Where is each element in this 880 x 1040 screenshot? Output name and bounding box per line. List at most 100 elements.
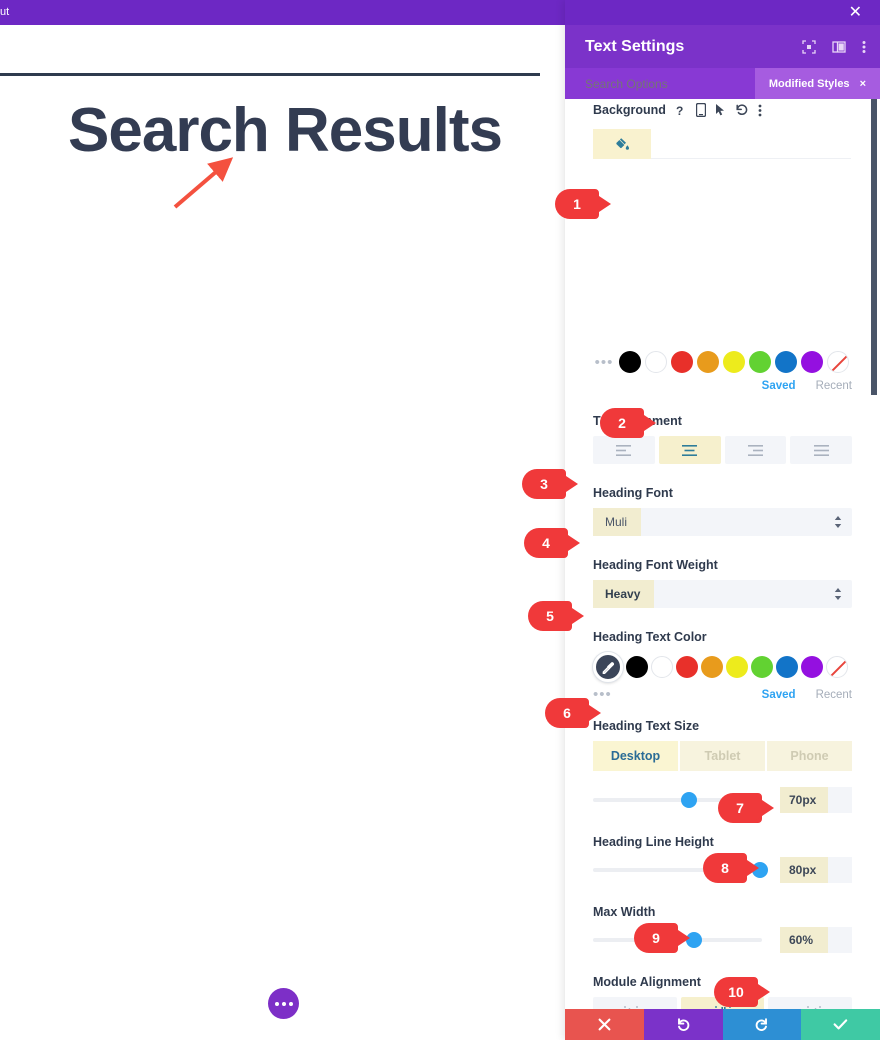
hover-cursor-icon[interactable] [715, 103, 726, 117]
heading-text-color-section: Heading Text Color ••• Saved Recent [565, 630, 880, 703]
step-marker-number: 2 [618, 415, 626, 431]
ellipsis-icon [288, 1001, 293, 1006]
undo-icon [677, 1018, 689, 1031]
step-marker-number: 8 [721, 860, 729, 876]
swatch-none[interactable] [827, 351, 849, 373]
step-marker-9: 9 [634, 923, 690, 953]
align-left-button[interactable] [593, 436, 655, 464]
swatch-green[interactable] [749, 351, 771, 373]
max-width-slider-row: 60% [593, 927, 852, 953]
swatch-orange[interactable] [701, 656, 723, 678]
align-center-button[interactable] [658, 436, 721, 464]
top-strip-text: ut [0, 6, 10, 18]
saved-link[interactable]: Saved [762, 380, 796, 392]
tab-desktop[interactable]: Desktop [593, 741, 678, 771]
step-marker-number: 7 [736, 800, 744, 816]
swatch-blue[interactable] [775, 351, 797, 373]
background-row: Background ? [565, 99, 880, 121]
cancel-button[interactable] [565, 1009, 644, 1040]
top-purple-strip: ut [0, 0, 570, 25]
heading-color-swatch-row [593, 652, 852, 682]
slider-handle[interactable] [681, 792, 698, 808]
redo-icon [756, 1018, 768, 1031]
chevron-updown-icon [834, 588, 842, 600]
step-marker-4: 4 [524, 528, 580, 558]
step-marker-3: 3 [522, 469, 578, 499]
panel-action-bar [565, 1009, 880, 1040]
svg-text:?: ? [676, 104, 683, 117]
swatch-red[interactable] [676, 656, 698, 678]
heading-font-section: Heading Font Muli [565, 486, 880, 536]
recent-link[interactable]: Recent [816, 689, 852, 701]
swatch-blue[interactable] [776, 656, 798, 678]
text-alignment-group [593, 436, 852, 464]
responsive-tabs: Desktop Tablet Phone [593, 741, 852, 771]
modified-styles-badge[interactable]: Modified Styles × [754, 68, 880, 99]
module-align-left-button[interactable] [593, 997, 677, 1009]
swatch-red[interactable] [671, 351, 693, 373]
swatch-black[interactable] [626, 656, 648, 678]
swatch-orange[interactable] [697, 351, 719, 373]
clear-modified-icon[interactable]: × [860, 78, 866, 90]
more-vertical-icon[interactable] [758, 104, 762, 117]
step-marker-7: 7 [718, 793, 774, 823]
heading-line-height-value-field[interactable]: 80px [780, 857, 852, 883]
text-settings-panel: ✕ Text Settings Search Options Modified … [565, 0, 880, 1040]
max-width-section: Max Width 60% [565, 905, 880, 953]
heading-text-color-label: Heading Text Color [593, 630, 707, 644]
swatch-yellow[interactable] [723, 351, 745, 373]
swatch-purple[interactable] [801, 656, 823, 678]
close-icon[interactable]: ✕ [849, 4, 862, 21]
saved-recent-row: Saved Recent [593, 380, 852, 392]
max-width-value-field[interactable]: 60% [780, 927, 852, 953]
tab-phone[interactable]: Phone [765, 741, 852, 771]
heading-text-size-value-field[interactable]: 70px [780, 787, 852, 813]
step-marker-6: 6 [545, 698, 601, 728]
reset-undo-icon[interactable] [735, 103, 749, 117]
screenshot-root: ut Search Results ✕ Text Settings Search… [0, 0, 880, 1040]
heading-text-size-value: 70px [780, 787, 828, 813]
step-marker-2: 2 [600, 408, 656, 438]
save-button[interactable] [801, 1009, 880, 1040]
swatch-yellow[interactable] [726, 656, 748, 678]
heading-font-select[interactable]: Muli [593, 508, 852, 536]
swatch-black[interactable] [619, 351, 641, 373]
step-marker-number: 10 [728, 984, 744, 1000]
page-options-fab[interactable] [268, 988, 299, 1019]
swatch-none[interactable] [826, 656, 848, 678]
background-label: Background [593, 103, 666, 117]
swatch-green[interactable] [751, 656, 773, 678]
more-vertical-icon[interactable] [862, 40, 866, 54]
align-right-button[interactable] [724, 436, 787, 464]
panel-layout-icon[interactable] [832, 40, 846, 54]
heading-line-height-label: Heading Line Height [593, 835, 714, 849]
swatch-purple[interactable] [801, 351, 823, 373]
focus-frame-icon[interactable] [802, 39, 816, 54]
recent-link[interactable]: Recent [816, 380, 852, 392]
module-align-right-button[interactable] [768, 997, 853, 1009]
tab-tablet[interactable]: Tablet [678, 741, 765, 771]
align-justify-button[interactable] [790, 436, 852, 464]
responsive-phone-icon[interactable] [695, 103, 706, 117]
step-marker-10: 10 [714, 977, 770, 1007]
page-title: Search Results [68, 96, 503, 165]
panel-scrollbar[interactable] [871, 99, 877, 395]
eyedropper-icon[interactable] [593, 652, 623, 682]
heading-font-weight-select[interactable]: Heavy [593, 580, 852, 608]
step-marker-number: 4 [542, 535, 550, 551]
heading-font-label: Heading Font [593, 486, 673, 500]
redo-button[interactable] [722, 1009, 802, 1040]
step-marker-1: 1 [555, 189, 611, 219]
step-marker-8: 8 [703, 853, 759, 883]
step-marker-number: 3 [540, 476, 548, 492]
background-color-tab[interactable] [593, 129, 651, 159]
swatch-white[interactable] [645, 351, 667, 373]
help-icon[interactable]: ? [675, 104, 687, 117]
check-icon [833, 1019, 848, 1030]
swatch-row: ••• [593, 351, 852, 373]
saved-link[interactable]: Saved [762, 689, 796, 701]
search-input[interactable] [585, 76, 755, 91]
swatch-white[interactable] [651, 656, 673, 678]
more-colors-icon[interactable]: ••• [593, 354, 615, 371]
undo-button[interactable] [643, 1009, 723, 1040]
